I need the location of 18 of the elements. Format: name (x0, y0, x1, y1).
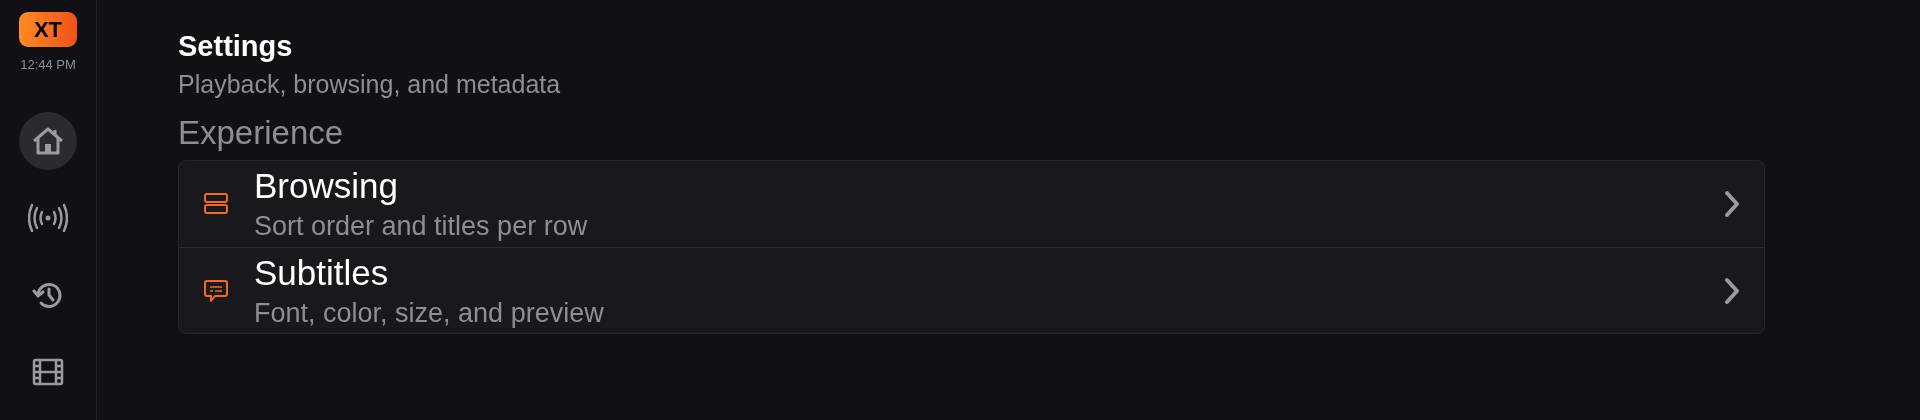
row-title: Browsing (254, 166, 399, 206)
film-icon (32, 357, 64, 386)
page-subtitle: Playback, browsing, and metadata (178, 69, 562, 100)
chat-bubble-icon (204, 278, 228, 303)
settings-row[interactable]: Browsing Sort order and titles per row (179, 161, 1764, 247)
row-subtitle: Sort order and titles per row (254, 210, 589, 242)
chevron-right-icon (1724, 276, 1740, 305)
app-logo: XT (19, 12, 77, 47)
chevron-right-icon (1724, 190, 1740, 218)
section-heading: Experience (178, 113, 345, 153)
row-title: Subtitles (254, 252, 390, 293)
settings-row[interactable]: Subtitles Font, color, size, and preview (179, 247, 1764, 333)
row-subtitle: Font, color, size, and preview (254, 296, 605, 329)
page-title: Settings (178, 29, 294, 64)
clock-time: 12:44 PM (20, 56, 76, 74)
broadcast-icon (28, 203, 68, 232)
rows-icon (204, 193, 228, 215)
home-icon (31, 125, 65, 156)
